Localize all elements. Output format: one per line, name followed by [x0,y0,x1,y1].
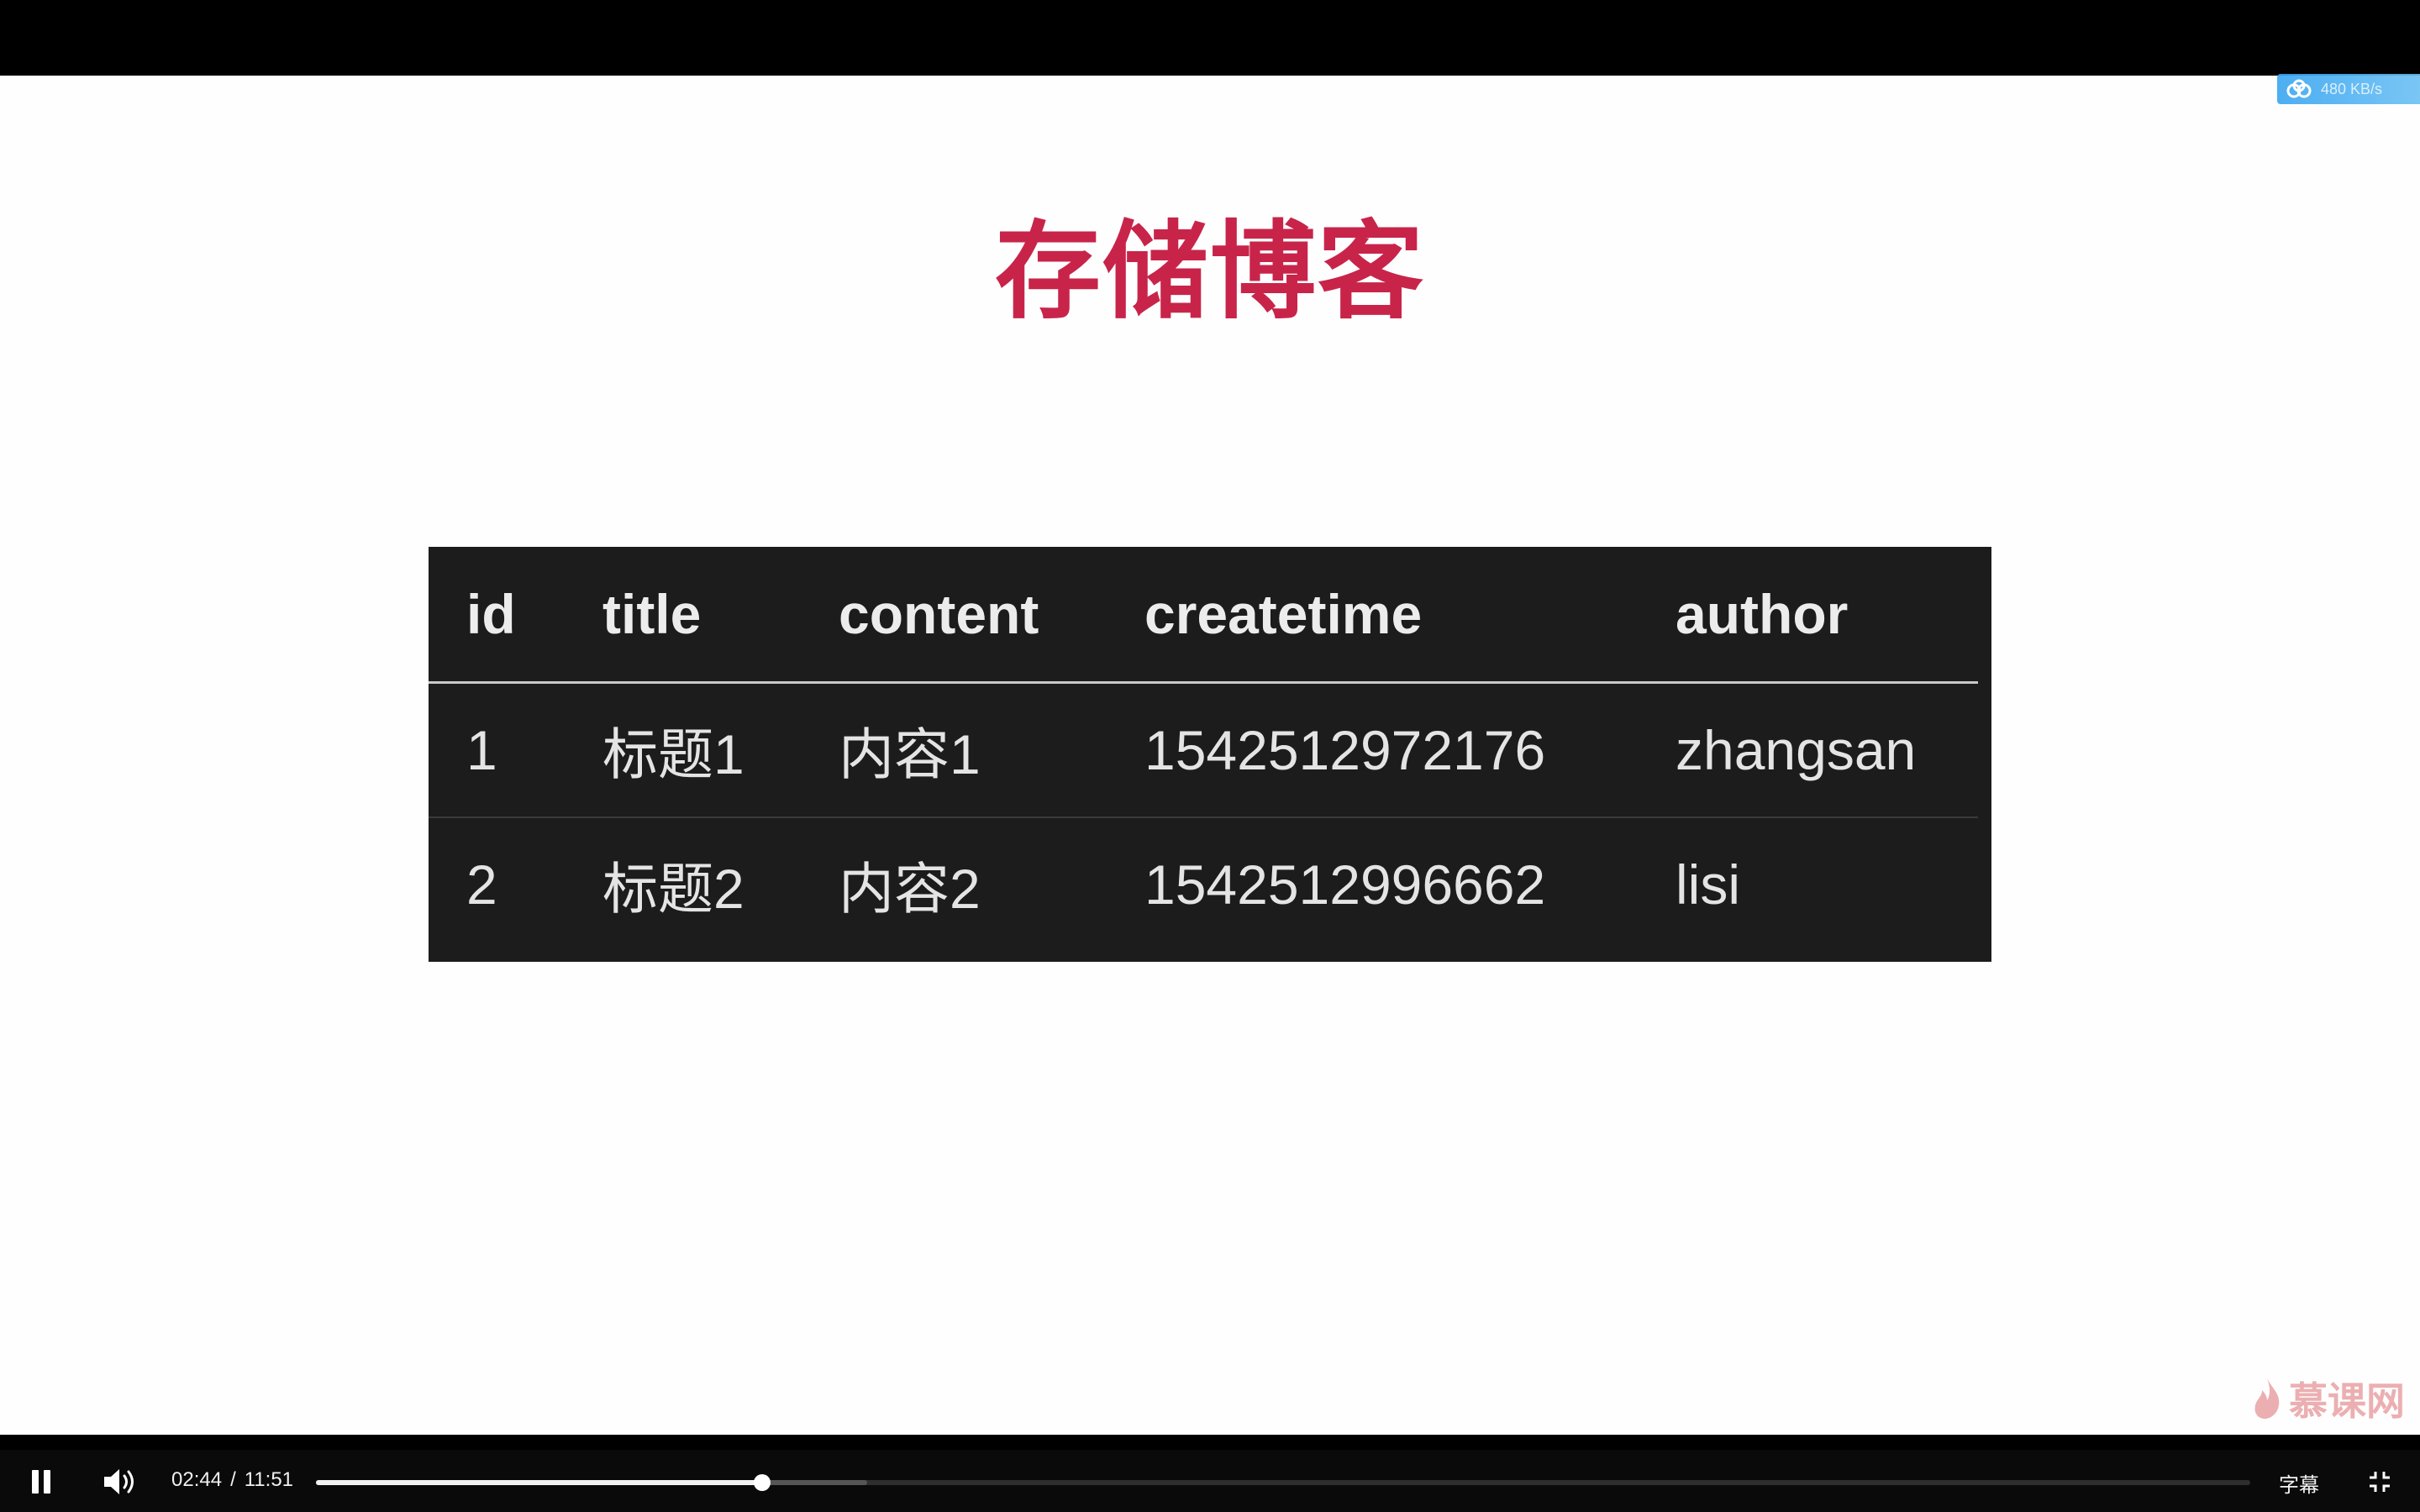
table-header-row: id title content createtime author [429,547,1978,684]
table-row: 2 标题2 内容2 1542512996662 lisi [429,818,1991,951]
cell-author: zhangsan [1676,719,1917,781]
cell-title: 标题2 [602,858,744,920]
duration: 11:51 [244,1468,294,1491]
cell-id: 1 [466,719,497,781]
current-time: 02:44 [171,1468,223,1491]
cell-title: 标题1 [602,723,744,785]
playback-time: 02:44 / 11:51 [171,1468,293,1492]
volume-icon[interactable] [103,1467,138,1497]
slide-title: 存储博客 [995,210,1425,333]
header-id: id [466,583,516,645]
pause-icon [32,1470,39,1494]
cell-createtime: 1542512972176 [1144,719,1546,781]
network-speed-badge[interactable]: 480 KB/s [2277,74,2420,104]
top-letterbox [0,0,2420,76]
cell-createtime: 1542512996662 [1144,853,1546,916]
pause-button[interactable] [30,1470,52,1494]
flame-icon [2254,1378,2280,1419]
network-speed-text: 480 KB/s [2321,81,2383,97]
time-separator: / [230,1468,236,1491]
cloud-icon [2286,79,2312,98]
video-player-screen: 480 KB/s 存储博客 id title content createtim… [0,0,2420,1512]
header-content: content [839,583,1039,645]
blog-table: id title content createtime author 1 标题1… [429,547,1991,962]
cell-author: lisi [1676,853,1740,916]
header-author: author [1676,583,1849,645]
subtitle-button[interactable]: 字幕 [2279,1468,2319,1498]
table-row: 1 标题1 内容1 1542512972176 zhangsan [429,684,1978,818]
cell-content: 内容2 [839,858,981,920]
control-bar-divider [0,1435,2420,1450]
watermark-text: 慕课网 [2289,1379,2405,1423]
progress-bar[interactable] [316,1474,2250,1491]
imooc-watermark: 慕课网 [2250,1371,2405,1426]
player-control-bar: 02:44 / 11:51 字幕 [0,1435,2420,1512]
cell-id: 2 [466,853,497,916]
header-title: title [602,583,702,645]
exit-fullscreen-icon[interactable] [2368,1470,2391,1494]
progress-thumb[interactable] [754,1474,771,1491]
cell-content: 内容1 [839,723,981,785]
played-range [316,1480,763,1485]
header-createtime: createtime [1144,583,1423,645]
